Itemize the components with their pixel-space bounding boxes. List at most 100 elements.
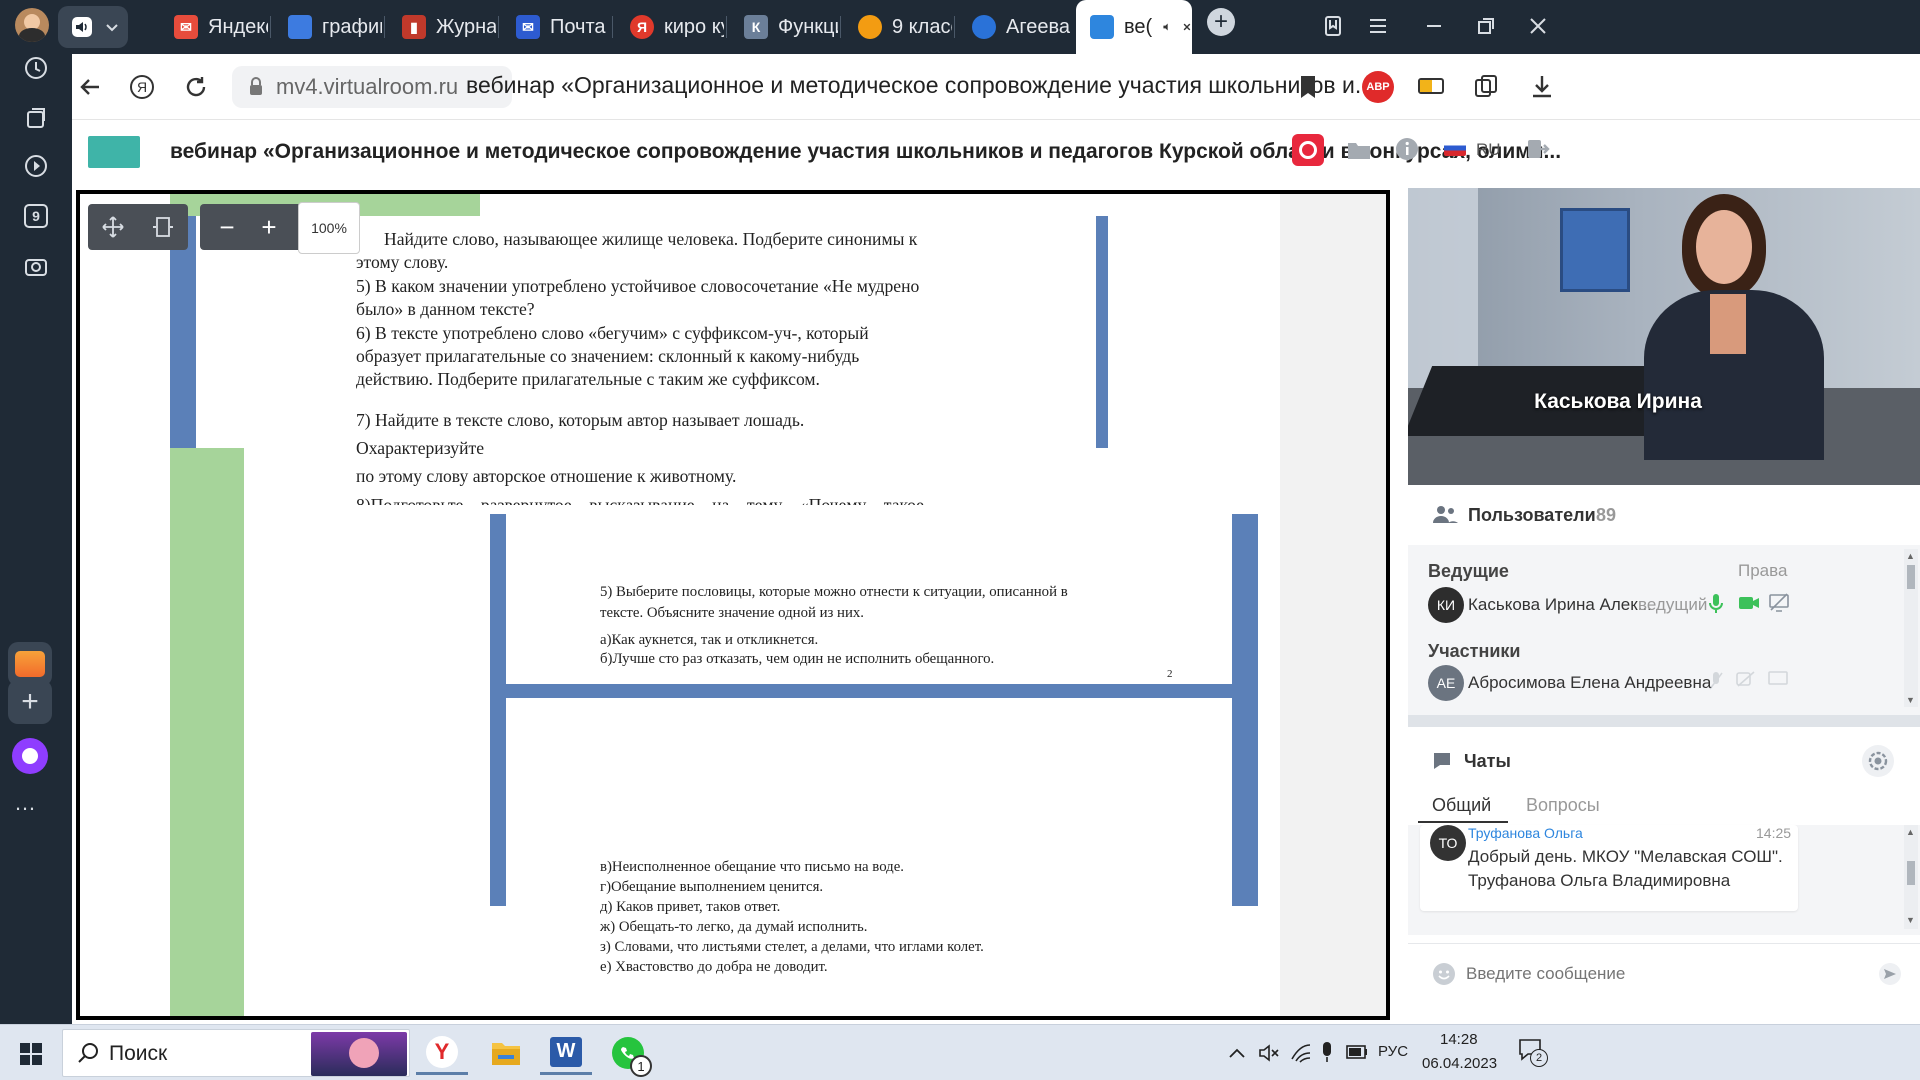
- message-time: 14:25: [1756, 825, 1792, 841]
- presenter-video[interactable]: Каськова Ирина: [1408, 188, 1920, 485]
- lock-icon[interactable]: [248, 77, 264, 97]
- message-input-row: [1408, 943, 1920, 1003]
- sound-button[interactable]: [58, 6, 128, 48]
- microphone-tray-icon[interactable]: [1320, 1041, 1334, 1063]
- cloud-favicon-icon: [858, 15, 882, 39]
- envelope-favicon-icon: ✉: [516, 15, 540, 39]
- info-icon[interactable]: [1394, 136, 1420, 162]
- extensions-icon[interactable]: [1472, 72, 1500, 100]
- close-window-icon[interactable]: [1526, 14, 1550, 38]
- speaker-muted-icon[interactable]: [1258, 1043, 1280, 1063]
- reload-icon[interactable]: [180, 71, 212, 103]
- tab-9klass[interactable]: 9 класс.с: [844, 6, 952, 48]
- person: [1644, 194, 1840, 460]
- taskbar-whatsapp[interactable]: 1: [602, 1031, 654, 1077]
- rights-label[interactable]: Права: [1738, 561, 1787, 581]
- disk-favicon-icon: [972, 15, 996, 39]
- restore-icon[interactable]: [1474, 14, 1498, 38]
- presentation-toolbar: − + 100%: [88, 202, 384, 254]
- participant-name[interactable]: Абросимова Елена Андреевна: [1468, 673, 1711, 693]
- alice-icon[interactable]: [12, 738, 48, 774]
- participants-heading: Участники: [1428, 641, 1521, 661]
- yandex-home-icon[interactable]: Я: [126, 71, 158, 103]
- tab-yandex[interactable]: ✉Яндекс I: [160, 6, 268, 48]
- bookmark-icon[interactable]: [1298, 74, 1318, 100]
- ru-flag-icon[interactable]: [1444, 140, 1466, 156]
- host-name[interactable]: Каськова Ирина Алек...: [1468, 595, 1652, 615]
- users-scrollbar[interactable]: ▲ ▼: [1904, 549, 1918, 707]
- tab-kiro[interactable]: Якиро кур: [616, 6, 724, 48]
- fit-width-icon[interactable]: [100, 214, 126, 240]
- minimize-icon[interactable]: [1422, 14, 1446, 38]
- taskbar-word[interactable]: W: [540, 1031, 592, 1075]
- taskbar-yandex-browser[interactable]: Y: [416, 1031, 468, 1075]
- tab-grafik[interactable]: график Е: [274, 6, 382, 48]
- chats-label[interactable]: Чаты: [1464, 751, 1511, 772]
- input-language[interactable]: РУС: [1378, 1043, 1408, 1060]
- users-label[interactable]: Пользователи: [1468, 505, 1596, 526]
- tab-zhurnal[interactable]: ▮Журнал: [388, 6, 496, 48]
- history-icon[interactable]: [16, 48, 56, 88]
- doc-line: 6) В тексте употреблено слово «бегучим» …: [356, 322, 869, 343]
- tab-pochta[interactable]: ✉Почта М: [502, 6, 610, 48]
- counter-icon[interactable]: 9: [16, 196, 56, 236]
- tab-questions[interactable]: Вопросы: [1526, 795, 1600, 816]
- zoom-in-button[interactable]: +: [254, 210, 284, 244]
- zoom-out-button[interactable]: −: [212, 210, 242, 244]
- close-tab-icon[interactable]: [1182, 20, 1192, 34]
- message-author[interactable]: Труфанова Ольга: [1468, 825, 1583, 841]
- profile-avatar[interactable]: [15, 8, 49, 42]
- doc-line: 7) Найдите в тексте слово, которым автор…: [356, 409, 805, 458]
- users-list: Ведущие Права КИ Каськова Ирина Алек... …: [1408, 545, 1920, 715]
- emoji-icon[interactable]: [1432, 962, 1456, 986]
- tab-webinar-active[interactable]: ве(: [1076, 0, 1192, 54]
- taskbar-search[interactable]: Поиск: [62, 1029, 410, 1077]
- page-frame-right-bar: [1232, 514, 1258, 906]
- camera-on-icon[interactable]: [1738, 595, 1760, 611]
- new-tab-button[interactable]: +: [1207, 8, 1235, 36]
- language-label[interactable]: RU: [1476, 140, 1501, 160]
- menu-icon[interactable]: [1366, 14, 1390, 38]
- tab-general[interactable]: Общий: [1432, 795, 1491, 816]
- wifi-icon[interactable]: [1290, 1041, 1312, 1063]
- camera-icon[interactable]: [16, 246, 56, 286]
- kiro-favicon-icon: К: [744, 15, 768, 39]
- more-icon[interactable]: …: [14, 790, 36, 816]
- microphone-icon[interactable]: [1708, 593, 1724, 615]
- chat-scrollbar[interactable]: ▲ ▼: [1904, 825, 1918, 929]
- collections-icon[interactable]: [16, 98, 56, 138]
- adblock-icon[interactable]: ABP: [1362, 71, 1394, 103]
- taskbar-explorer[interactable]: [480, 1031, 532, 1075]
- bookmarks-panel-icon[interactable]: [1322, 14, 1346, 38]
- zoom-level[interactable]: 100%: [298, 202, 360, 254]
- battery-tray-icon[interactable]: [1346, 1045, 1368, 1059]
- notifications-icon[interactable]: 2: [1518, 1037, 1548, 1067]
- slide-page: Найдите слово, называющее жилище человек…: [80, 194, 1280, 1016]
- folder-icon[interactable]: [1346, 138, 1372, 162]
- battery-extension-icon[interactable]: [1418, 78, 1444, 94]
- add-icon[interactable]: +: [8, 680, 52, 724]
- send-icon[interactable]: [1878, 962, 1902, 986]
- presentation-viewer[interactable]: Найдите слово, называющее жилище человек…: [76, 190, 1390, 1020]
- screen-share-off-icon[interactable]: [1768, 593, 1790, 613]
- record-icon[interactable]: [1292, 134, 1324, 166]
- chat-icon: [1434, 753, 1450, 769]
- clock-time[interactable]: 14:28: [1440, 1031, 1478, 1048]
- tab-funkcii[interactable]: КФункции: [730, 6, 838, 48]
- notifications-badge: 2: [1530, 1049, 1548, 1067]
- download-icon[interactable]: [1528, 72, 1556, 100]
- clock-date[interactable]: 06.04.2023: [1422, 1055, 1497, 1072]
- settings-icon[interactable]: [1860, 743, 1896, 779]
- exit-icon[interactable]: [1524, 136, 1550, 162]
- windows-start-icon[interactable]: [20, 1043, 42, 1065]
- chevron-up-icon[interactable]: [1228, 1045, 1246, 1061]
- tab-ageeva[interactable]: Агеева Е: [958, 6, 1074, 48]
- doc-line: этому слову.: [356, 252, 449, 273]
- site-logo[interactable]: [88, 136, 140, 168]
- fit-page-icon[interactable]: [150, 214, 176, 240]
- video-icon[interactable]: [16, 146, 56, 186]
- message-input[interactable]: [1466, 958, 1806, 990]
- chevron-down-icon[interactable]: [104, 19, 120, 35]
- doc-line: 5) Выберите пословицы, которые можно отн…: [600, 584, 1068, 600]
- back-icon[interactable]: [74, 71, 106, 103]
